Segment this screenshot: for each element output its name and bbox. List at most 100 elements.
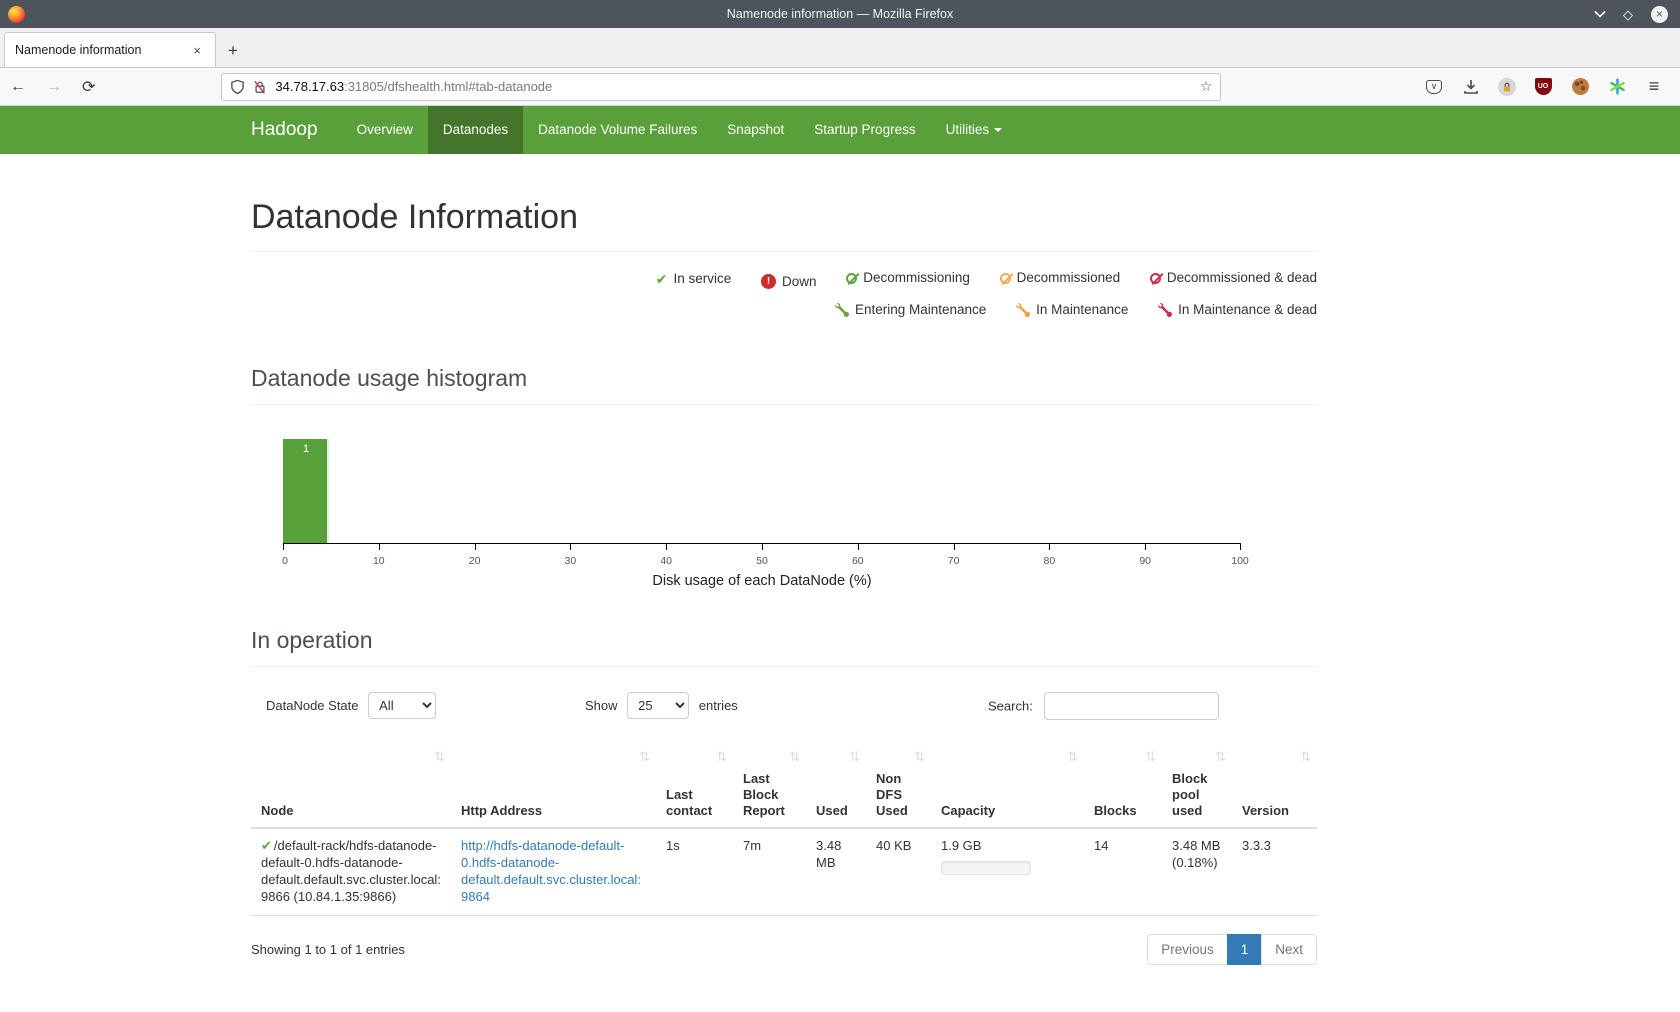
forward-icon[interactable]: →: [36, 74, 72, 100]
col-used[interactable]: ⇅Used: [806, 745, 866, 829]
cell-block-pool-used: 3.48 MB (0.18%): [1162, 828, 1232, 915]
sort-icon[interactable]: ⇅: [914, 749, 925, 765]
bookmark-star-icon[interactable]: ☆: [1200, 78, 1213, 95]
pagination-page-1[interactable]: 1: [1227, 934, 1263, 965]
tick-label: 10: [373, 555, 385, 567]
tab-namenode-information[interactable]: Namenode information ×: [4, 32, 216, 67]
entries-label: entries: [699, 698, 738, 713]
shield-icon[interactable]: [230, 79, 245, 95]
col-non-dfs-used[interactable]: ⇅Non DFS Used: [866, 745, 931, 829]
legend-down: ! Down: [761, 268, 817, 296]
col-blocks[interactable]: ⇅Blocks: [1084, 745, 1162, 829]
window-title: Namenode information — Mozilla Firefox: [0, 7, 1680, 21]
legend-in-maintenance: In Maintenance: [1016, 296, 1128, 324]
legend-in-maintenance-dead: In Maintenance & dead: [1158, 296, 1317, 324]
tick-label: 50: [756, 555, 768, 567]
pagination-next[interactable]: Next: [1261, 934, 1317, 965]
pagination: Previous 1 Next: [1148, 934, 1317, 965]
tick-label: 40: [660, 555, 672, 567]
cell-last-contact: 1s: [656, 828, 733, 915]
sort-icon[interactable]: ⇅: [1300, 749, 1311, 765]
nav-item-datanode-volume-failures[interactable]: Datanode Volume Failures: [523, 106, 712, 154]
sort-icon[interactable]: ⇅: [849, 749, 860, 765]
col-capacity[interactable]: ⇅Capacity: [931, 745, 1084, 829]
col-http-address[interactable]: ⇅Http Address: [451, 745, 656, 829]
show-entries-select[interactable]: 25: [627, 692, 689, 719]
tab-close-icon[interactable]: ×: [189, 41, 205, 60]
nav-item-startup-progress[interactable]: Startup Progress: [799, 106, 930, 154]
minimize-icon[interactable]: [1594, 6, 1605, 17]
search-label: Search:: [988, 698, 1033, 713]
datanodes-table: ⇅Node ⇅Http Address ⇅Last contact ⇅Last …: [251, 745, 1317, 916]
pagination-previous[interactable]: Previous: [1147, 934, 1228, 965]
cell-last-block-report: 7m: [733, 828, 806, 915]
nav-item-utilities[interactable]: Utilities: [931, 106, 1018, 154]
url-text: 34.78.17.63:31805/dfshealth.html#tab-dat…: [275, 79, 1199, 94]
col-last-contact[interactable]: ⇅Last contact: [656, 745, 733, 829]
exclamation-circle-icon: !: [761, 274, 776, 289]
tick-label: 90: [1139, 555, 1151, 567]
tab-title: Namenode information: [15, 43, 189, 57]
url-host: 34.78.17.63: [275, 79, 344, 94]
ban-icon: [1150, 273, 1161, 284]
wrench-icon: [1158, 303, 1172, 317]
datanode-http-link[interactable]: http://hdfs-datanode-default-0.hdfs-data…: [461, 838, 641, 904]
nav-toolbar: ← → ⟳ 34.78.17.63:31805/dfshealth.html#t…: [0, 68, 1680, 106]
tick-label: 0: [282, 555, 288, 567]
tick-label: 20: [469, 555, 481, 567]
cell-node: ✔/default-rack/hdfs-datanode-default-0.h…: [251, 828, 451, 915]
ublock-origin-icon[interactable]: UO: [1533, 77, 1553, 97]
cell-used: 3.48 MB: [806, 828, 866, 915]
cell-blocks: 14: [1084, 828, 1162, 915]
in-operation-heading: In operation: [251, 627, 1317, 654]
table-controls: DataNode State All Show 25 entries Searc…: [251, 689, 1317, 719]
histogram-bar: 1: [283, 439, 329, 543]
extension-lock-icon[interactable]: [1498, 78, 1516, 96]
sort-icon[interactable]: ⇅: [434, 749, 445, 765]
sort-icon[interactable]: ⇅: [1145, 749, 1156, 765]
cell-version: 3.3.3: [1232, 828, 1317, 915]
legend-decommissioning: Decommissioning: [846, 264, 970, 292]
nav-item-datanodes[interactable]: Datanodes: [428, 106, 523, 154]
insecure-lock-icon[interactable]: [253, 79, 267, 95]
tick-label: 80: [1044, 555, 1056, 567]
new-tab-button[interactable]: +: [216, 41, 250, 67]
reload-icon[interactable]: ⟳: [72, 73, 105, 101]
datanode-usage-histogram: 1 0 10 20 30 40 50 60 70 80 90 100 Disk …: [283, 439, 1241, 589]
x-axis-title: Disk usage of each DataNode (%): [283, 573, 1241, 589]
col-version[interactable]: ⇅Version: [1232, 745, 1317, 829]
close-window-icon[interactable]: ×: [1651, 6, 1668, 23]
cookie-extension-icon[interactable]: [1570, 77, 1590, 97]
nav-item-overview[interactable]: Overview: [342, 106, 428, 154]
sort-icon[interactable]: ⇅: [789, 749, 800, 765]
tick-label: 30: [565, 555, 577, 567]
sort-icon[interactable]: ⇅: [1215, 749, 1226, 765]
sort-icon[interactable]: ⇅: [639, 749, 650, 765]
back-icon[interactable]: ←: [0, 74, 36, 100]
datanode-state-select[interactable]: All: [368, 692, 436, 719]
search-input[interactable]: [1044, 692, 1219, 720]
navbar-brand[interactable]: Hadoop: [251, 106, 342, 154]
download-icon[interactable]: [1461, 77, 1481, 97]
pocket-icon[interactable]: ∨: [1424, 77, 1444, 97]
col-last-block-report[interactable]: ⇅Last Block Report: [733, 745, 806, 829]
sort-icon[interactable]: ⇅: [1067, 749, 1078, 765]
hamburger-menu-icon[interactable]: ≡: [1644, 77, 1664, 97]
maximize-icon[interactable]: ◇: [1623, 8, 1633, 21]
col-node[interactable]: ⇅Node: [251, 745, 451, 829]
cell-http-address: http://hdfs-datanode-default-0.hdfs-data…: [451, 828, 656, 915]
ban-icon: [846, 273, 857, 284]
colorful-extension-icon[interactable]: [1607, 77, 1627, 97]
show-label: Show: [585, 698, 618, 713]
table-row: ✔/default-rack/hdfs-datanode-default-0.h…: [251, 828, 1317, 915]
caret-down-icon: [994, 128, 1002, 132]
divider: [251, 404, 1317, 405]
url-bar[interactable]: 34.78.17.63:31805/dfshealth.html#tab-dat…: [221, 73, 1221, 101]
cell-capacity: 1.9 GB: [931, 828, 1084, 915]
col-block-pool-used[interactable]: ⇅Block pool used: [1162, 745, 1232, 829]
nav-item-snapshot[interactable]: Snapshot: [712, 106, 799, 154]
check-icon: ✔: [656, 265, 668, 293]
sort-icon[interactable]: ⇅: [716, 749, 727, 765]
legend-in-service: ✔ In service: [656, 265, 732, 293]
legend-entering-maintenance: Entering Maintenance: [835, 296, 986, 324]
